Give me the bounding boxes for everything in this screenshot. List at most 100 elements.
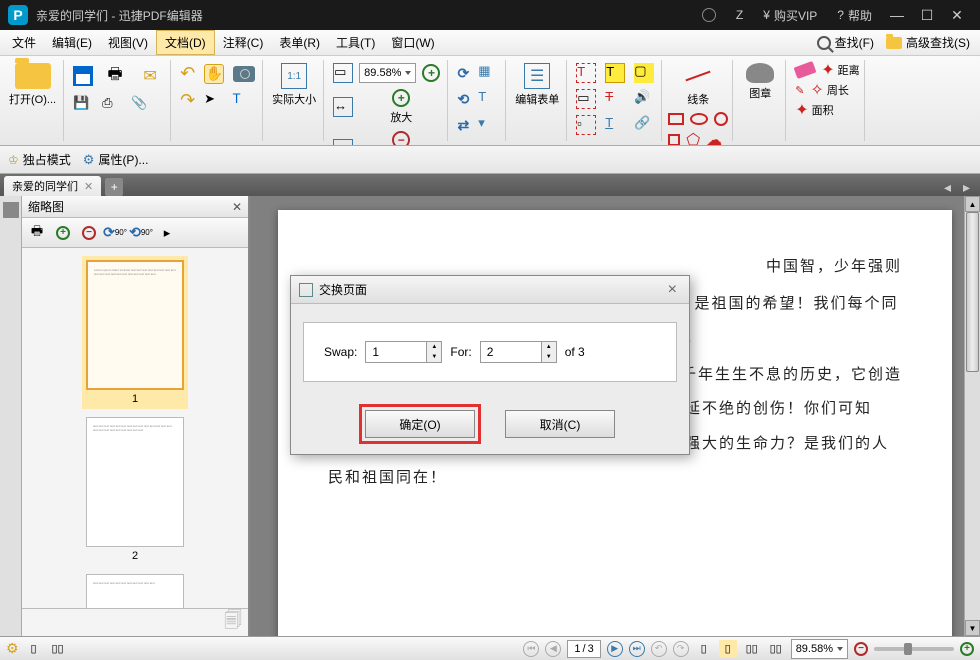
swap-up[interactable]: ▲	[427, 342, 441, 352]
status-zoom-out[interactable]: −	[854, 642, 868, 656]
properties-button[interactable]: ⚙属性(P)...	[83, 151, 149, 168]
save-button[interactable]	[70, 63, 96, 89]
menu-window[interactable]: 窗口(W)	[383, 31, 442, 54]
lines-button[interactable]: 线条	[668, 60, 728, 110]
cloud-button[interactable]: ☁	[706, 130, 722, 146]
highlight-button[interactable]: T	[602, 60, 628, 86]
audio-button[interactable]: 🔊	[631, 86, 657, 112]
rotate-cw-button[interactable]: ⟳	[454, 62, 472, 85]
circle-button[interactable]	[714, 112, 728, 126]
edit-form-button[interactable]: ☰ 编辑表单	[512, 60, 562, 110]
strip-btn-1[interactable]	[3, 202, 19, 218]
new-tab-button[interactable]: +	[105, 178, 123, 196]
menu-document[interactable]: 文档(D)	[156, 30, 215, 55]
save-as-button[interactable]: 💾	[70, 92, 96, 118]
strikeout-button[interactable]: T	[602, 86, 628, 112]
hand-tool-button[interactable]: ✋	[201, 61, 227, 87]
prev-page-button[interactable]: ◀	[545, 641, 561, 657]
tab-next-button[interactable]: ▸	[957, 179, 976, 196]
tab-prev-button[interactable]: ◂	[938, 179, 957, 196]
undo-button[interactable]: ↶	[177, 60, 198, 87]
pencil-button[interactable]: ✎	[792, 81, 807, 100]
scroll-up-button[interactable]: ▲	[965, 196, 980, 212]
combo-field-button[interactable]: ▾	[475, 112, 501, 138]
edit-text-button[interactable]: T	[573, 60, 599, 86]
menu-tool[interactable]: 工具(T)	[328, 31, 383, 54]
sb-continuous[interactable]: ▯	[719, 640, 737, 658]
status-zoom-combo[interactable]: 89.58%	[791, 639, 848, 659]
next-view-button[interactable]: ↷	[673, 641, 689, 657]
thumbnail-2[interactable]: text text text text text text text text …	[82, 413, 188, 566]
email-button[interactable]: ✉	[134, 60, 166, 92]
for-down[interactable]: ▼	[542, 352, 556, 362]
polygon-button[interactable]: ⬠	[686, 130, 700, 146]
fit-visible-button[interactable]: ▫	[330, 136, 356, 146]
thumb-print-button[interactable]: 🖶	[26, 222, 48, 244]
link-button[interactable]: 🔗	[631, 112, 657, 138]
user-label[interactable]: Z	[726, 8, 753, 22]
ellipse-button[interactable]	[690, 113, 708, 125]
prev-view-button[interactable]: ↶	[651, 641, 667, 657]
cancel-button[interactable]: 取消(C)	[505, 410, 615, 438]
tab-close-icon[interactable]: ✕	[84, 180, 93, 193]
eraser-button[interactable]	[792, 61, 818, 79]
zoom-slider-knob[interactable]	[904, 643, 912, 655]
thumb-menu-button[interactable]: ▸	[156, 222, 178, 244]
page-number-field[interactable]: 1 / 3	[567, 640, 600, 658]
edit-image-button[interactable]: ▫	[573, 112, 599, 138]
minimize-button[interactable]: —	[882, 7, 912, 23]
edit-object-button[interactable]: ▭	[573, 86, 599, 112]
globe-button[interactable]	[692, 8, 726, 22]
zoom-combo[interactable]: 89.58%	[359, 63, 416, 83]
ok-button[interactable]: 确定(O)	[365, 410, 475, 438]
for-spinner[interactable]: ▲▼	[480, 341, 557, 363]
for-input[interactable]	[481, 345, 541, 359]
redo-button[interactable]: ↷	[177, 87, 198, 114]
perimeter-button[interactable]: ✧	[810, 80, 823, 100]
swap-input[interactable]	[366, 345, 426, 359]
scroll-thumb[interactable]	[966, 212, 979, 372]
exclusive-mode-button[interactable]: ♔独占模式	[8, 151, 71, 168]
maximize-button[interactable]: ☐	[912, 7, 942, 24]
rectangle-button[interactable]	[668, 113, 684, 125]
find-button[interactable]: 查找(F)	[811, 34, 880, 51]
scroll-down-button[interactable]: ▼	[965, 620, 980, 636]
help-button[interactable]: ?帮助	[827, 7, 882, 24]
sb-facing[interactable]: ▯▯	[743, 640, 761, 658]
zoom-in-label-button[interactable]: +放大	[359, 86, 443, 128]
menu-comment[interactable]: 注释(C)	[215, 31, 272, 54]
sb-layout-1[interactable]: ▯	[25, 640, 43, 658]
next-page-button[interactable]: ▶	[607, 641, 623, 657]
menu-view[interactable]: 视图(V)	[100, 31, 156, 54]
zoom-slider[interactable]	[874, 647, 954, 651]
scan-button[interactable]: ⎙	[99, 92, 125, 118]
distance-button[interactable]: ✦	[821, 60, 834, 80]
rotate-ccw-button[interactable]: ⟲	[454, 88, 472, 111]
thumbnail-3[interactable]: text text text text text text text text …	[82, 570, 188, 608]
sb-single-page[interactable]: ▯	[695, 640, 713, 658]
note-button[interactable]: ▢	[631, 60, 657, 86]
zoom-in-button[interactable]: +	[419, 61, 443, 85]
panel-close-button[interactable]: ✕	[232, 200, 242, 214]
stamp-button[interactable]: 图章	[739, 60, 781, 104]
options-button[interactable]: ⚙	[6, 640, 19, 657]
square-button[interactable]	[668, 134, 680, 146]
menu-form[interactable]: 表单(R)	[271, 31, 328, 54]
area-button[interactable]: ✦	[795, 100, 808, 120]
thumbnail-1[interactable]: Lorem ipsum dolor sit amet text text tex…	[82, 256, 188, 409]
for-up[interactable]: ▲	[542, 342, 556, 352]
zoom-out-label-button[interactable]: −缩小	[359, 128, 443, 146]
sb-layout-2[interactable]: ▯▯	[49, 640, 67, 658]
swap-down[interactable]: ▼	[427, 352, 441, 362]
underline-button[interactable]: T	[602, 112, 628, 138]
flip-button[interactable]: ⇄	[454, 114, 472, 137]
menu-edit[interactable]: 编辑(E)	[44, 31, 100, 54]
last-page-button[interactable]: ⏭	[629, 641, 645, 657]
buy-vip-button[interactable]: ¥购买VIP	[753, 7, 827, 24]
actual-size-button[interactable]: 1:1 实际大小	[269, 60, 319, 110]
close-button[interactable]: ✕	[942, 7, 972, 24]
swap-spinner[interactable]: ▲▼	[365, 341, 442, 363]
open-button[interactable]: 打开(O)...	[6, 60, 59, 110]
advanced-find-button[interactable]: 高级查找(S)	[880, 34, 976, 51]
document-tab[interactable]: 亲爱的同学们✕	[4, 176, 101, 196]
